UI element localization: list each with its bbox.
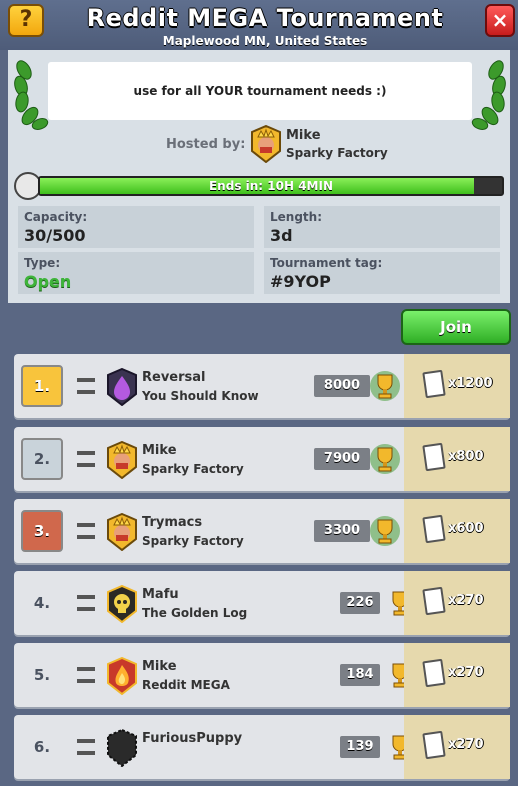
player-clan: The Golden Log xyxy=(142,606,248,620)
capacity-label: Capacity: xyxy=(24,210,88,224)
player-score: 139 xyxy=(340,736,380,758)
reward-count: x270 xyxy=(448,665,484,680)
player-name: FuriousPuppy xyxy=(142,731,243,746)
skull-badge-icon xyxy=(107,585,137,623)
reward-area: x800 xyxy=(404,427,510,491)
player-name: Mike xyxy=(142,659,177,674)
capacity-box: Capacity: 30/500 xyxy=(18,206,254,248)
tag-value[interactable]: #9YOP xyxy=(270,272,331,291)
type-label: Type: xyxy=(24,256,61,270)
reward-count: x600 xyxy=(448,521,484,536)
rank-badge: 1. xyxy=(21,365,63,407)
player-clan: Reddit MEGA xyxy=(142,678,230,692)
king-badge-icon xyxy=(107,513,137,551)
leaderboard-row[interactable]: 1. Reversal You Should Know 8000 x1200 xyxy=(14,354,510,418)
rank-number: 5. xyxy=(33,666,51,684)
reward-area: x270 xyxy=(404,643,510,707)
card-icon xyxy=(422,730,446,760)
close-button[interactable]: × xyxy=(485,4,515,37)
title-bar: ? Reddit MEGA Tournament Maplewood MN, U… xyxy=(0,0,518,50)
type-value: Open xyxy=(24,272,72,291)
menu-icon xyxy=(77,595,95,611)
host-name[interactable]: Mike xyxy=(286,128,321,143)
reward-area: x600 xyxy=(404,499,510,563)
trophy-icon xyxy=(370,371,400,401)
reward-count: x1200 xyxy=(448,376,493,391)
hosted-by-label: Hosted by: xyxy=(166,137,246,152)
player-score: 184 xyxy=(340,664,380,686)
rank-badge: 3. xyxy=(21,510,63,552)
card-icon xyxy=(422,442,446,472)
player-score: 8000 xyxy=(314,375,370,397)
player-clan: Sparky Factory xyxy=(142,534,244,548)
rank-number: 6. xyxy=(33,738,51,756)
player-name: Mafu xyxy=(142,587,179,602)
leaderboard-row[interactable]: 2. Mike Sparky Factory 7900 x800 xyxy=(14,427,510,491)
player-score: 3300 xyxy=(314,520,370,542)
player-name: Mike xyxy=(142,443,177,458)
rank-badge: 2. xyxy=(21,438,63,480)
card-icon xyxy=(422,369,446,399)
time-progress-bar: Ends in: 10H 4MIN xyxy=(38,176,504,196)
help-button[interactable]: ? xyxy=(8,4,44,37)
empty-badge-icon xyxy=(107,729,137,767)
leaderboard-row[interactable]: 4. Mafu The Golden Log 226 x270 xyxy=(14,571,510,635)
menu-icon xyxy=(77,523,95,539)
tag-box: Tournament tag: #9YOP xyxy=(264,252,500,294)
leaderboard-row[interactable]: 3. Trymacs Sparky Factory 3300 x600 xyxy=(14,499,510,563)
tournament-info-panel: use for all YOUR tournament needs :) Hos… xyxy=(8,50,510,303)
purple-drop-badge-icon xyxy=(107,368,137,406)
menu-icon xyxy=(77,451,95,467)
capacity-value: 30/500 xyxy=(24,226,86,245)
tag-label: Tournament tag: xyxy=(270,256,383,270)
reward-count: x270 xyxy=(448,593,484,608)
page-title: Reddit MEGA Tournament xyxy=(86,4,444,32)
player-score: 226 xyxy=(340,592,380,614)
host-clan: Sparky Factory xyxy=(286,146,388,160)
tournament-description: use for all YOUR tournament needs :) xyxy=(48,62,472,120)
reward-count: x270 xyxy=(448,737,484,752)
laurel-right-icon xyxy=(471,60,506,130)
reward-area: x1200 xyxy=(404,354,510,418)
trophy-icon xyxy=(370,444,400,474)
player-score: 7900 xyxy=(314,448,370,470)
fire-badge-icon xyxy=(107,657,137,695)
type-box: Type: Open xyxy=(18,252,254,294)
time-remaining: Ends in: 10H 4MIN xyxy=(208,179,333,193)
king-badge-icon xyxy=(107,441,137,479)
join-button[interactable]: Join xyxy=(401,309,511,345)
reward-area: x270 xyxy=(404,715,510,779)
length-label: Length: xyxy=(270,210,322,224)
reward-count: x800 xyxy=(448,449,484,464)
tournament-location: Maplewood MN, United States xyxy=(162,34,368,48)
card-icon xyxy=(422,586,446,616)
leaderboard-row[interactable]: 5. Mike Reddit MEGA 184 x270 xyxy=(14,643,510,707)
player-name: Reversal xyxy=(142,370,206,385)
card-icon xyxy=(422,658,446,688)
menu-icon xyxy=(77,667,95,683)
length-value: 3d xyxy=(270,226,293,245)
trophy-icon xyxy=(370,516,400,546)
player-clan: Sparky Factory xyxy=(142,462,244,476)
card-icon xyxy=(422,514,446,544)
length-box: Length: 3d xyxy=(264,206,500,248)
laurel-left-icon xyxy=(14,60,49,130)
menu-icon xyxy=(77,739,95,755)
menu-icon xyxy=(77,378,95,394)
player-name: Trymacs xyxy=(142,515,203,530)
player-clan: You Should Know xyxy=(142,389,259,403)
leaderboard-row[interactable]: 6. FuriousPuppy 139 x270 xyxy=(14,715,510,779)
reward-area: x270 xyxy=(404,571,510,635)
king-badge-icon xyxy=(251,125,281,163)
rank-number: 4. xyxy=(33,594,51,612)
